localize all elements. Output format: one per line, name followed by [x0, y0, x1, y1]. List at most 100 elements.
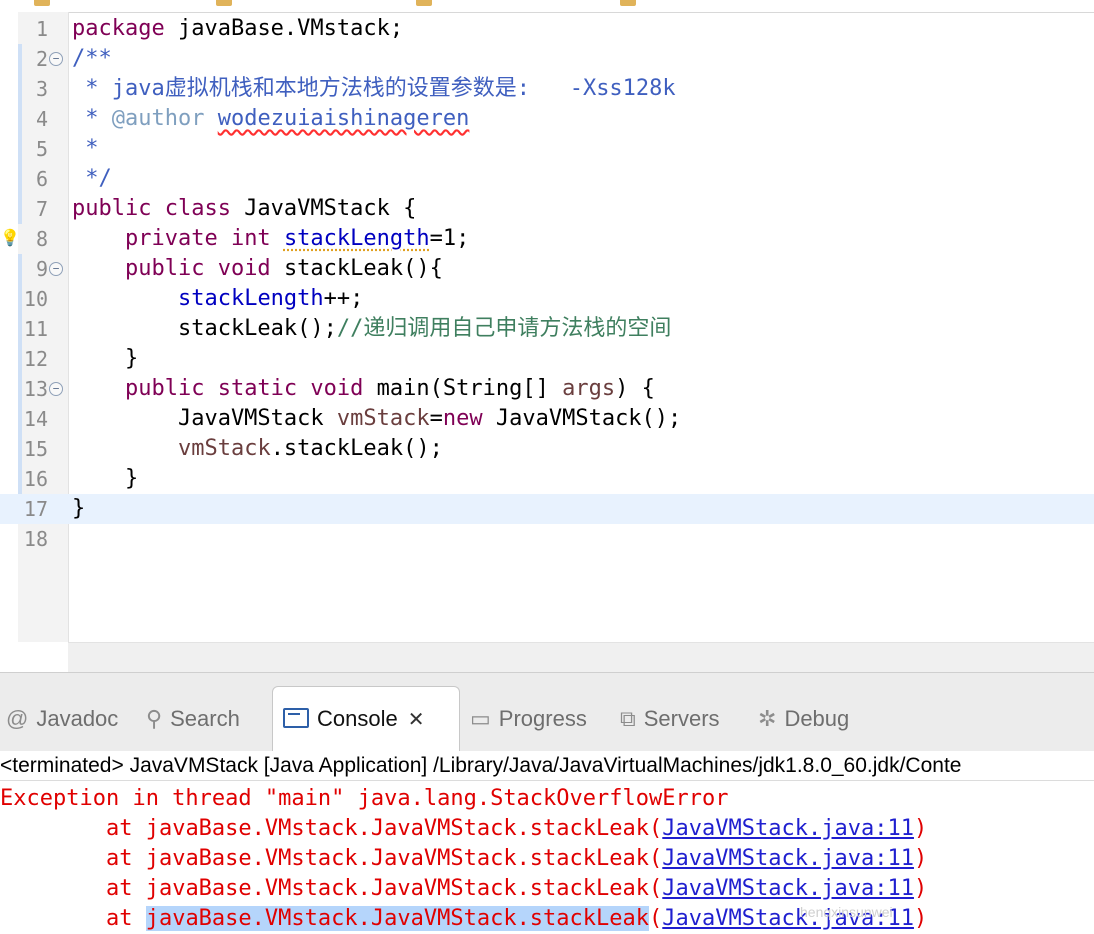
code-token: public class [72, 196, 245, 221]
code-text: JavaVMStack vmStack=new JavaVMStack(); [72, 404, 681, 434]
editor-tab-marker [416, 0, 432, 6]
frame-prefix: at [0, 876, 146, 901]
code-text: } [72, 494, 85, 524]
scroll-corner [0, 642, 68, 672]
code-line[interactable]: 4 * @author wodezuiaishinageren [0, 104, 1094, 134]
tab-console[interactable]: Console ✕ [272, 686, 460, 751]
line-number: 7 [35, 197, 48, 221]
console-status-line: <terminated> JavaVMStack [Java Applicati… [0, 752, 1094, 781]
line-number: 13 [23, 377, 48, 401]
frame-prefix: at [0, 906, 146, 931]
fold-collapse-icon[interactable]: − [49, 52, 63, 66]
line-number: 4 [35, 107, 48, 131]
frame-prefix: at [0, 816, 146, 841]
frame-method: javaBase.VMstack.JavaVMStack.stackLeak [145, 846, 650, 871]
close-icon[interactable]: ✕ [408, 698, 425, 742]
code-token: = [429, 406, 443, 431]
tab-label: Search [170, 706, 240, 731]
code-line[interactable]: 11 stackLeak();//递归调用自己申请方法栈的空间 [0, 314, 1094, 344]
code-token: //递归调用自己申请方法栈的空间 [336, 316, 672, 341]
tab-javadoc[interactable]: @ Javadoc [6, 694, 118, 744]
code-line[interactable]: 16 } [0, 464, 1094, 494]
code-line[interactable]: 2−/** [0, 44, 1094, 74]
line-number: 16 [23, 467, 48, 491]
line-number: 11 [23, 317, 48, 341]
line-number: 1 [35, 17, 48, 41]
code-token: /** [72, 46, 112, 71]
progress-icon: ▭ [470, 706, 491, 731]
editor-tab-marker [216, 0, 232, 6]
code-line[interactable]: 8 private int stackLength=1; [0, 224, 1094, 254]
editor-tab-strip [0, 0, 1094, 13]
line-number: 9 [35, 257, 48, 281]
code-line[interactable]: 10 stackLength++; [0, 284, 1094, 314]
line-number: 2 [35, 47, 48, 71]
bug-icon: ✲ [758, 706, 777, 731]
line-number: 3 [35, 77, 48, 101]
code-token: args [562, 376, 616, 401]
source-link[interactable]: JavaVMStack.java:11 [662, 816, 914, 841]
code-text: /** [72, 44, 112, 74]
stack-frame-line: at javaBase.VMstack.JavaVMStack.stackLea… [0, 874, 927, 904]
code-token: */ [72, 166, 112, 191]
frame-method: javaBase.VMstack.JavaVMStack.stackLeak [145, 906, 650, 931]
paren-open: ( [649, 846, 663, 871]
code-text: * @author wodezuiaishinageren [72, 104, 469, 134]
tab-label: Servers [643, 706, 720, 731]
code-line[interactable]: 15 vmStack.stackLeak(); [0, 434, 1094, 464]
code-token: stackLength [177, 286, 324, 311]
code-token: } [72, 466, 139, 491]
source-link[interactable]: JavaVMStack.java:11 [662, 876, 914, 901]
code-line[interactable]: 3 * java虚拟机栈和本地方法栈的设置参数是: -Xss128k [0, 74, 1094, 104]
code-editor[interactable]: 1 package javaBase.VMstack; 2−/** 3 * java虚… [0, 0, 1094, 673]
code-line[interactable]: 12 } [0, 344, 1094, 374]
fold-collapse-icon[interactable]: − [49, 262, 63, 276]
code-line[interactable]: 1 package javaBase.VMstack; [0, 14, 1094, 44]
frame-method: javaBase.VMstack.JavaVMStack.stackLeak [145, 816, 650, 841]
tab-progress[interactable]: ▭ Progress [470, 694, 587, 744]
code-token: JavaVMStack(); [495, 406, 682, 431]
servers-icon: ⧉ [620, 706, 636, 731]
line-number: 6 [35, 167, 48, 191]
flashlight-icon: ⚲ [146, 706, 163, 731]
tab-search[interactable]: ⚲ Search [146, 694, 240, 744]
fold-collapse-icon[interactable]: − [49, 382, 63, 396]
code-token: * [72, 106, 112, 131]
code-line[interactable]: 7 public class JavaVMStack { [0, 194, 1094, 224]
code-token: =1; [429, 226, 470, 251]
code-token: public static void [124, 376, 377, 401]
code-text: } [72, 344, 138, 374]
tab-debug[interactable]: ✲ Debug [758, 694, 849, 744]
paren-close: ) [913, 876, 928, 901]
stack-frame-line: at javaBase.VMstack.JavaVMStack.stackLea… [0, 814, 927, 844]
code-token: stackLeak(){ [283, 256, 443, 281]
code-token: * [72, 136, 99, 161]
code-text: package javaBase.VMstack; [72, 14, 403, 44]
warning-lightbulb-icon[interactable]: 💡 [0, 226, 20, 250]
code-line[interactable]: 6 */ [0, 164, 1094, 194]
frame-prefix: at [0, 846, 146, 871]
stack-frame-line: at javaBase.VMstack.JavaVMStack.stackLea… [0, 844, 927, 874]
code-token: ) { [615, 376, 655, 401]
source-link[interactable]: JavaVMStack.java:11 [662, 846, 914, 871]
horizontal-scrollbar[interactable] [68, 642, 1094, 673]
stack-frame-line: at javaBase.VMstack.JavaVMStack.stackLea… [0, 904, 927, 934]
code-text: * java虚拟机栈和本地方法栈的设置参数是: -Xss128k [72, 74, 675, 104]
code-line[interactable]: 13− public static void main(String[] arg… [0, 374, 1094, 404]
code-text: public void stackLeak(){ [72, 254, 443, 284]
line-number: 14 [23, 407, 48, 431]
code-line[interactable]: 14 JavaVMStack vmStack=new JavaVMStack()… [0, 404, 1094, 434]
code-token: new [442, 406, 496, 431]
tab-servers[interactable]: ⧉ Servers [620, 694, 720, 744]
code-line[interactable]: 5 * [0, 134, 1094, 164]
code-token: JavaVMStack [72, 406, 337, 431]
code-line[interactable]: 18 [0, 524, 1094, 554]
code-line[interactable]: 9− public void stackLeak(){ [0, 254, 1094, 284]
code-text: */ [72, 164, 112, 194]
paren-close: ) [913, 846, 928, 871]
code-line[interactable]: 17} [0, 494, 1094, 524]
